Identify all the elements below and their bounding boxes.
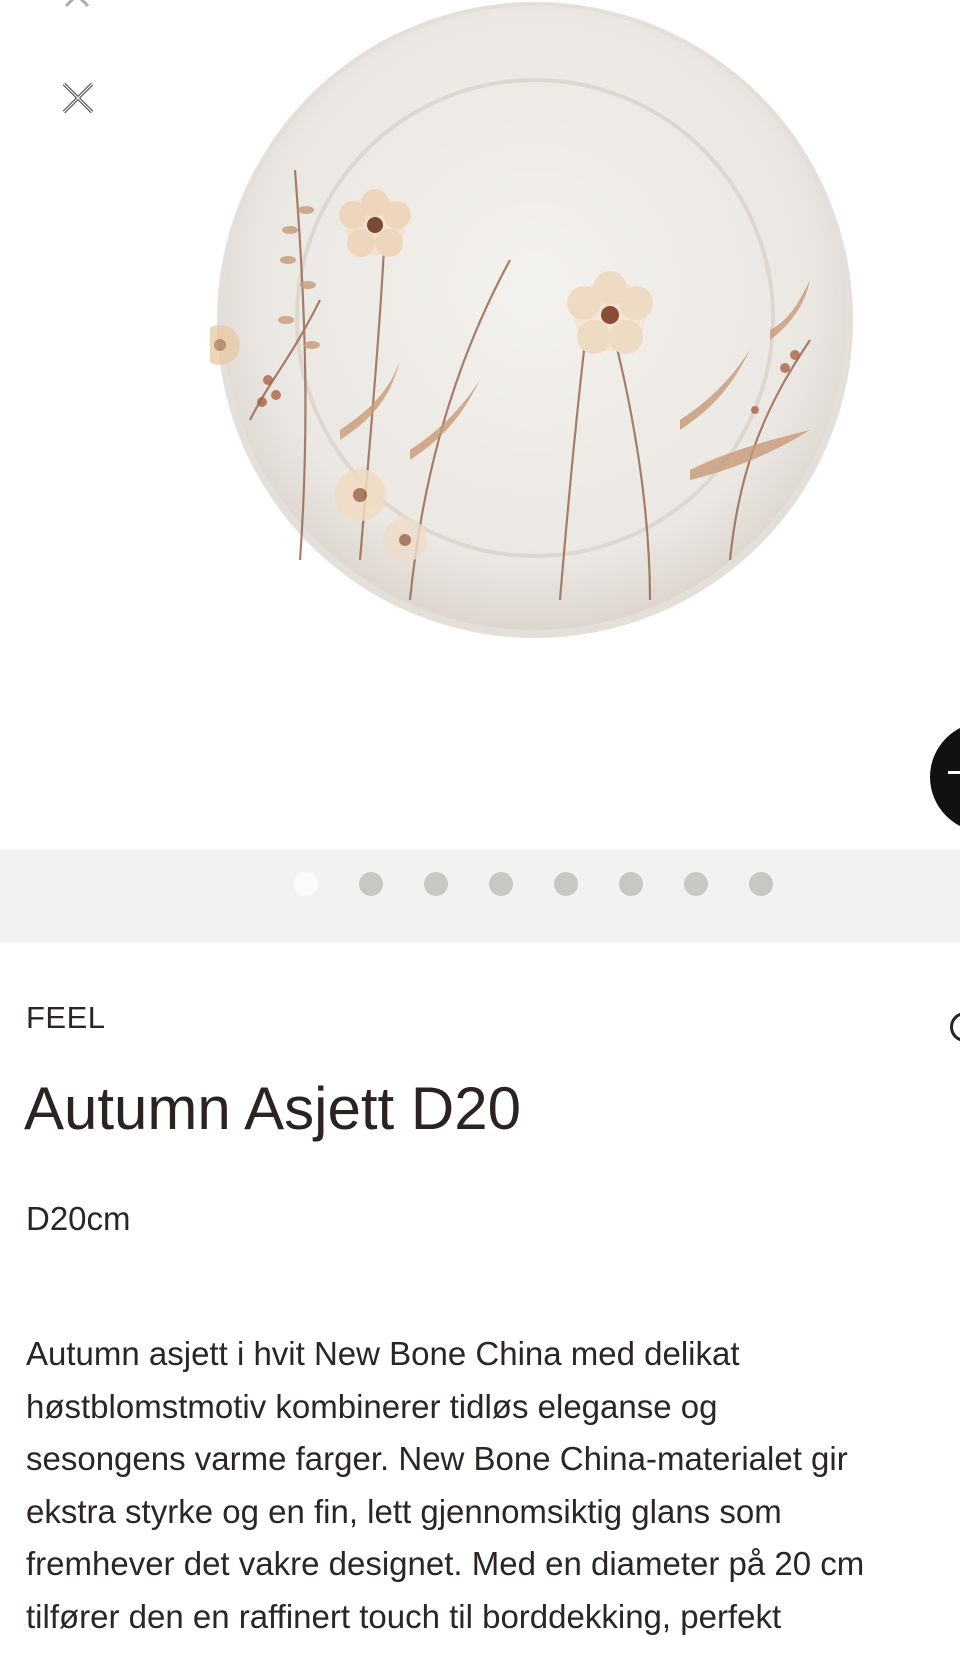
pagination-dot[interactable] <box>424 872 448 896</box>
product-image <box>210 0 860 645</box>
brand-name[interactable]: FEEL <box>26 1000 106 1036</box>
pagination-dot[interactable] <box>749 872 773 896</box>
close-icon <box>62 82 94 114</box>
image-pagination <box>0 850 960 942</box>
pagination-dot-active[interactable] <box>294 872 318 896</box>
pagination-dot[interactable] <box>684 872 708 896</box>
description-line: ekstra styrke og en fin, lett gjennomsik… <box>26 1643 960 1656</box>
description-line: ekstra styrke og en fin, lett gjennomsik… <box>26 1492 782 1530</box>
description-line: Autumn asjett i hvit New Bone China med … <box>26 1335 740 1372</box>
description-line: fremhever det vakre designet. Med en dia… <box>26 1545 865 1582</box>
close-icon <box>60 0 94 12</box>
pagination-dot[interactable] <box>554 872 578 896</box>
product-image-gallery[interactable] <box>0 0 960 850</box>
description-line: tilfører den en raffinert touch til bord… <box>26 1597 782 1635</box>
close-button[interactable] <box>58 78 98 118</box>
arrow-right-icon <box>948 771 960 774</box>
heart-icon[interactable] <box>950 1012 960 1042</box>
next-image-button[interactable] <box>930 722 960 832</box>
description-line: sesongens varme farger. New Bone China-m… <box>26 1440 848 1477</box>
description-line: høstblomstmotiv kombinerer tidløs elegan… <box>26 1387 718 1425</box>
product-title: Autumn Asjett D20 <box>24 1075 521 1142</box>
product-description: Autumn asjett i hvit New Bone China med … <box>26 1328 960 1656</box>
pagination-dot[interactable] <box>619 872 643 896</box>
pagination-dot[interactable] <box>359 872 383 896</box>
product-size: D20cm <box>26 1200 131 1237</box>
pagination-dot[interactable] <box>489 872 513 896</box>
